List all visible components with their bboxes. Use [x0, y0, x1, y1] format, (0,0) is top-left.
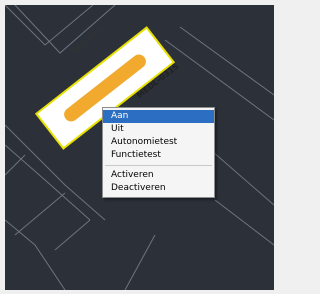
menu-item-uit[interactable]: Uit [103, 123, 214, 136]
menu-separator [105, 165, 212, 166]
road-line [5, 5, 94, 46]
road-line [5, 219, 66, 290]
menu-item-autonomietest[interactable]: Autonomietest [103, 136, 214, 149]
road-line [54, 219, 91, 251]
menu-item-aan[interactable]: Aan [103, 110, 214, 123]
menu-item-deactiveren[interactable]: Deactiveren [103, 182, 214, 195]
road-line [5, 154, 26, 176]
road-line [14, 192, 66, 236]
menu-item-functietest[interactable]: Functietest [103, 149, 214, 162]
menu-item-activeren[interactable]: Activeren [103, 169, 214, 182]
road-line [124, 234, 156, 290]
road-line [5, 144, 91, 221]
road-line [204, 144, 274, 206]
context-menu: Aan Uit Autonomietest Functietest Active… [102, 107, 215, 198]
road-line [214, 199, 274, 246]
